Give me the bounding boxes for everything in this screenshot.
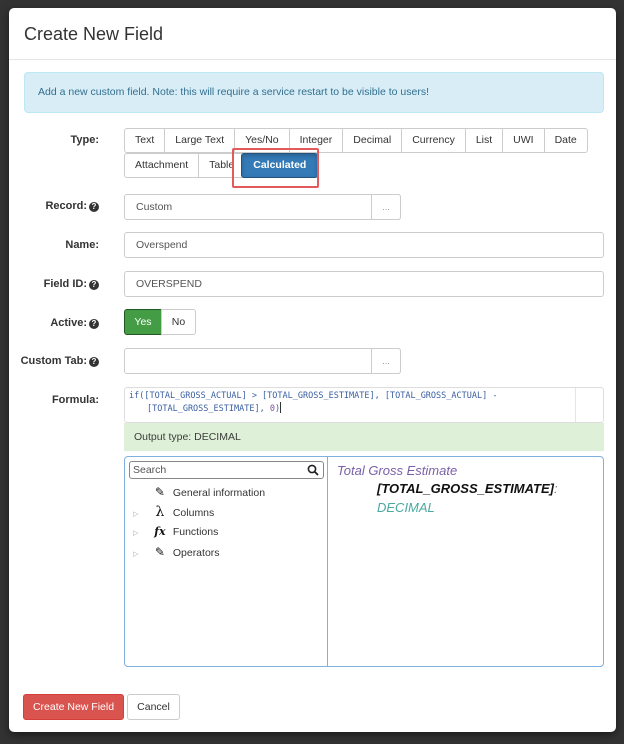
create-field-dialog: Create New Field Add a new custom field.… <box>9 8 616 732</box>
type-date-button[interactable]: Date <box>543 128 588 153</box>
active-toggle: Yes No <box>124 309 196 335</box>
text-cursor <box>280 402 282 413</box>
help-icon[interactable]: ? <box>89 202 99 212</box>
custom-tab-browse-button[interactable]: ... <box>371 348 401 374</box>
formula-gutter <box>575 388 603 422</box>
type-buttons-row1: Text Large Text Yes/No Integer Decimal C… <box>124 128 588 153</box>
pencil-icon: ✎ <box>154 485 165 499</box>
expand-caret-icon[interactable]: ▷ <box>133 526 147 542</box>
type-attachment-button[interactable]: Attachment <box>124 153 200 178</box>
create-new-field-button[interactable]: Create New Field <box>23 694 124 720</box>
tree-item-label: General information <box>172 487 266 499</box>
custom-tab-label: Custom Tab:? <box>9 355 99 367</box>
doc-title: Total Gross Estimate <box>337 463 458 478</box>
search-placeholder: Search <box>133 464 167 476</box>
type-list-button[interactable]: List <box>464 128 504 153</box>
formula-label: Formula: <box>51 394 99 406</box>
record-label-text: Record: <box>45 200 87 212</box>
selection-highlight <box>232 148 319 188</box>
type-label: Type: <box>70 134 99 146</box>
search-icon[interactable] <box>307 464 319 476</box>
active-label-text: Active: <box>50 317 87 329</box>
fx-icon: fx <box>154 525 166 538</box>
formula-reference-browser: Search ✎ General information ▷ λ Columns… <box>124 456 604 667</box>
dialog-title: Create New Field <box>24 24 164 44</box>
formula-editor[interactable]: if([TOTAL_GROSS_ACTUAL] > [TOTAL_GROSS_E… <box>124 387 604 423</box>
lambda-icon: λ <box>155 504 165 520</box>
field-id-label: Field ID:? <box>9 278 99 290</box>
doc-separator: : <box>553 481 558 496</box>
formula-line-2-text: [TOTAL_GROSS_ESTIMATE], <box>147 404 270 414</box>
record-label: Record:? <box>9 200 99 212</box>
type-uwi-button[interactable]: UWI <box>502 128 545 153</box>
active-yes-button[interactable]: Yes <box>124 309 162 335</box>
formula-line-1: if([TOTAL_GROSS_ACTUAL] > [TOTAL_GROSS_E… <box>129 391 498 401</box>
tree-item-columns[interactable]: ▷ λ Columns <box>133 504 214 520</box>
tree-item-general-information[interactable]: ✎ General information <box>133 484 265 500</box>
name-input[interactable]: Overspend <box>124 232 604 258</box>
custom-tab-label-text: Custom Tab: <box>20 355 87 367</box>
doc-id-text: [TOTAL_GROSS_ESTIMATE] <box>377 481 554 496</box>
tree-item-label: Functions <box>172 526 219 538</box>
help-icon[interactable]: ? <box>89 319 99 329</box>
help-icon[interactable]: ? <box>89 357 99 367</box>
tree-item-operators[interactable]: ▷ ✎ Operators <box>133 544 220 560</box>
cancel-button[interactable]: Cancel <box>127 694 180 720</box>
custom-tab-input[interactable]: ... <box>124 348 401 374</box>
doc-field-id: [TOTAL_GROSS_ESTIMATE]: <box>377 481 558 496</box>
field-id-label-text: Field ID: <box>43 278 87 290</box>
active-label: Active:? <box>9 317 99 329</box>
formula-line-2: [TOTAL_GROSS_ESTIMATE], 0) <box>129 402 599 415</box>
output-type-status: Output type: DECIMAL <box>124 423 604 451</box>
active-no-button[interactable]: No <box>161 309 196 335</box>
type-text-button[interactable]: Text <box>124 128 166 153</box>
expand-caret-icon[interactable]: ▷ <box>133 547 147 563</box>
reference-search-input[interactable]: Search <box>129 461 324 479</box>
dialog-header: Create New Field <box>9 8 616 60</box>
type-large-text-button[interactable]: Large Text <box>164 128 236 153</box>
field-id-input[interactable]: OVERSPEND <box>124 271 604 297</box>
type-decimal-button[interactable]: Decimal <box>342 128 403 153</box>
help-icon[interactable]: ? <box>89 280 99 290</box>
record-input[interactable]: Custom ... <box>124 194 401 220</box>
tree-item-label: Columns <box>172 507 215 519</box>
record-value: Custom <box>136 201 173 213</box>
info-alert: Add a new custom field. Note: this will … <box>24 72 604 113</box>
panel-divider[interactable] <box>327 457 328 666</box>
doc-type: DECIMAL <box>377 500 435 515</box>
expand-caret-icon[interactable]: ▷ <box>133 507 147 523</box>
tree-item-functions[interactable]: ▷ fx Functions <box>133 524 218 540</box>
name-label: Name: <box>65 239 99 251</box>
type-currency-button[interactable]: Currency <box>401 128 466 153</box>
record-browse-button[interactable]: ... <box>371 194 401 220</box>
pencil-icon: ✎ <box>154 545 165 559</box>
tree-item-label: Operators <box>172 547 220 559</box>
